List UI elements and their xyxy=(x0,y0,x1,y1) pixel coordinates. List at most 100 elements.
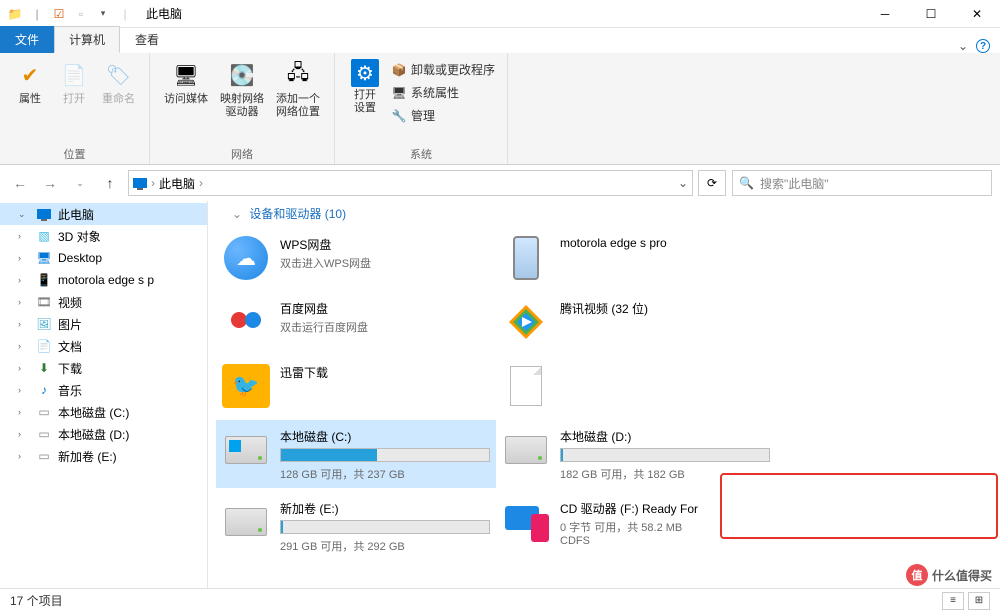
tab-view[interactable]: 查看 xyxy=(120,26,174,53)
content-item-8[interactable]: 新加卷 (E:)291 GB 可用，共 292 GB xyxy=(216,492,496,560)
address-segment[interactable]: 此电脑 xyxy=(159,175,195,192)
tab-computer[interactable]: 计算机 xyxy=(54,26,120,53)
properties-button[interactable]: ✔ 属性 xyxy=(8,57,52,108)
item-title: 腾讯视频 (32 位) xyxy=(560,300,770,317)
nav-item-label: 图片 xyxy=(58,316,82,333)
access-media-button[interactable]: 🖥 访问媒体 xyxy=(158,57,214,108)
nav-item-0[interactable]: ⌄此电脑 xyxy=(0,203,207,225)
content-item-0[interactable]: ☁WPS网盘双击进入WPS网盘 xyxy=(216,228,496,288)
collapse-icon[interactable]: ⌄ xyxy=(232,207,242,221)
address-dropdown-icon[interactable]: ⌄ xyxy=(678,176,688,190)
add-netloc-button[interactable]: 🖧 添加一个 网络位置 xyxy=(270,57,326,121)
close-button[interactable]: ✕ xyxy=(954,0,1000,28)
expand-icon[interactable]: › xyxy=(18,341,30,351)
page-icon[interactable]: ▫ xyxy=(72,5,90,23)
address-bar: ← → ⌄ ↑ › 此电脑 › ⌄ ⟳ 🔍 搜索"此电脑" xyxy=(0,165,1000,201)
nav-item-label: Desktop xyxy=(58,251,102,265)
title-bar: 📁 | ☑ ▫ ▾ | 此电脑 ─ ☐ ✕ xyxy=(0,0,1000,28)
nav-item-label: 视频 xyxy=(58,294,82,311)
refresh-button[interactable]: ⟳ xyxy=(698,170,726,196)
address-chevron-icon-2[interactable]: › xyxy=(199,176,203,190)
manage-button[interactable]: 🔧 管理 xyxy=(391,105,495,126)
item-title: 本地磁盘 (C:) xyxy=(280,428,490,445)
nav-item-icon: 📄 xyxy=(36,338,52,354)
ribbon-group-network: 🖥 访问媒体 💽 映射网络 驱动器 🖧 添加一个 网络位置 网络 xyxy=(150,53,335,164)
nav-forward-button[interactable]: → xyxy=(38,171,62,195)
rename-button[interactable]: 🏷 重命名 xyxy=(96,57,141,108)
nav-item-6[interactable]: ›📄文档 xyxy=(0,335,207,357)
expand-icon[interactable]: › xyxy=(18,407,30,417)
expand-icon[interactable]: › xyxy=(18,429,30,439)
item-title: 本地磁盘 (D:) xyxy=(560,428,770,445)
quick-access-toolbar: 📁 | ☑ ▫ ▾ xyxy=(0,5,112,23)
nav-recent-dropdown[interactable]: ⌄ xyxy=(68,171,92,195)
open-button[interactable]: 📄 打开 xyxy=(52,57,96,108)
nav-back-button[interactable]: ← xyxy=(8,171,32,195)
nav-item-10[interactable]: ›▭本地磁盘 (D:) xyxy=(0,423,207,445)
ribbon-group-location: ✔ 属性 📄 打开 🏷 重命名 位置 xyxy=(0,53,150,164)
nav-item-4[interactable]: ›🎞视频 xyxy=(0,291,207,313)
system-properties-button[interactable]: 🖥 系统属性 xyxy=(391,82,495,103)
nav-item-2[interactable]: ›🖥Desktop xyxy=(0,247,207,269)
nav-item-label: 音乐 xyxy=(58,382,82,399)
view-icons-button[interactable]: ⊞ xyxy=(968,592,990,610)
minimize-button[interactable]: ─ xyxy=(862,0,908,28)
group-label-network: 网络 xyxy=(158,144,326,162)
item-title: 新加卷 (E:) xyxy=(280,500,490,517)
expand-icon[interactable]: › xyxy=(18,363,30,373)
open-icon: 📄 xyxy=(58,59,90,91)
address-input[interactable]: › 此电脑 › ⌄ xyxy=(128,170,693,196)
uninstall-button[interactable]: 📦 卸载或更改程序 xyxy=(391,59,495,80)
nav-item-9[interactable]: ›▭本地磁盘 (C:) xyxy=(0,401,207,423)
item-icon xyxy=(222,426,270,474)
nav-item-5[interactable]: ›🖼图片 xyxy=(0,313,207,335)
monitor-small-icon: 🖥 xyxy=(391,85,407,101)
nav-item-icon: ▭ xyxy=(36,448,52,464)
content-item-1[interactable]: motorola edge s pro xyxy=(496,228,776,288)
expand-icon[interactable]: › xyxy=(18,451,30,461)
section-header-devices[interactable]: ⌄ 设备和驱动器 (10) xyxy=(216,201,992,228)
nav-item-7[interactable]: ›⬇下载 xyxy=(0,357,207,379)
expand-icon[interactable]: › xyxy=(18,275,30,285)
check-icon: ✔ xyxy=(14,59,46,91)
box-icon: 📦 xyxy=(391,62,407,78)
open-settings-button[interactable]: ⚙ 打开 设置 xyxy=(343,57,387,117)
address-chevron-icon[interactable]: › xyxy=(151,176,155,190)
maximize-button[interactable]: ☐ xyxy=(908,0,954,28)
content-item-3[interactable]: 腾讯视频 (32 位) xyxy=(496,292,776,352)
checkbox-icon[interactable]: ☑ xyxy=(50,5,68,23)
nav-item-1[interactable]: ›▧3D 对象 xyxy=(0,225,207,247)
search-icon: 🔍 xyxy=(739,176,754,190)
media-icon: 🖥 xyxy=(170,59,202,91)
expand-icon[interactable]: › xyxy=(18,385,30,395)
nav-item-11[interactable]: ›▭新加卷 (E:) xyxy=(0,445,207,467)
content-pane[interactable]: ⌄ 设备和驱动器 (10) ☁WPS网盘双击进入WPS网盘motorola ed… xyxy=(208,201,1000,588)
item-title: 百度网盘 xyxy=(280,300,490,317)
help-icon[interactable]: ? xyxy=(976,39,990,53)
content-item-6[interactable]: 本地磁盘 (C:)128 GB 可用，共 237 GB xyxy=(216,420,496,488)
tab-file[interactable]: 文件 xyxy=(0,26,54,53)
navigation-pane[interactable]: ⌄此电脑›▧3D 对象›🖥Desktop›📱motorola edge s p›… xyxy=(0,201,208,588)
expand-icon[interactable]: › xyxy=(18,297,30,307)
nav-item-3[interactable]: ›📱motorola edge s p xyxy=(0,269,207,291)
watermark: 值 什么值得买 xyxy=(906,564,992,586)
search-input[interactable]: 🔍 搜索"此电脑" xyxy=(732,170,992,196)
qat-dropdown-icon[interactable]: ▾ xyxy=(94,5,112,23)
nav-item-label: 本地磁盘 (C:) xyxy=(58,404,129,421)
map-drive-button[interactable]: 💽 映射网络 驱动器 xyxy=(214,57,270,121)
item-icon xyxy=(502,498,550,546)
content-item-5[interactable] xyxy=(496,356,776,416)
content-item-2[interactable]: 百度网盘双击运行百度网盘 xyxy=(216,292,496,352)
nav-item-8[interactable]: ›♪音乐 xyxy=(0,379,207,401)
expand-icon[interactable]: ⌄ xyxy=(18,209,30,220)
view-details-button[interactable]: ≡ xyxy=(942,592,964,610)
content-item-4[interactable]: 🐦迅雷下载 xyxy=(216,356,496,416)
expand-icon[interactable]: › xyxy=(18,253,30,263)
item-icon: 🐦 xyxy=(222,362,270,410)
address-monitor-icon xyxy=(133,178,147,188)
nav-up-button[interactable]: ↑ xyxy=(98,171,122,195)
expand-icon[interactable]: › xyxy=(18,231,30,241)
expand-icon[interactable]: › xyxy=(18,319,30,329)
drive-capacity-bar xyxy=(280,520,490,534)
ribbon-collapse-icon[interactable]: ⌄ xyxy=(958,39,968,53)
